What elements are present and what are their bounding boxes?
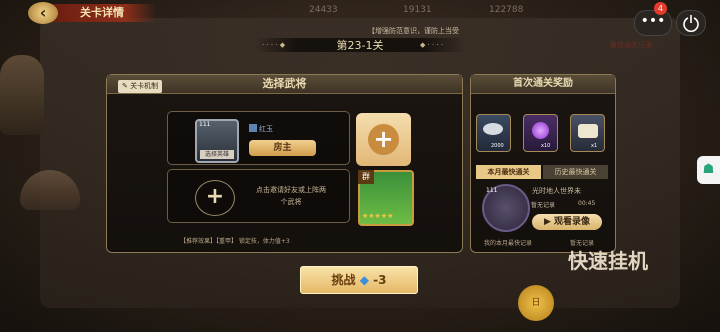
support-icon: ☗ xyxy=(702,162,715,177)
room-owner-button[interactable]: 房主 xyxy=(249,140,316,156)
stage-decoration: ◆ · · · · xyxy=(420,41,444,49)
purple-orb-icon xyxy=(532,122,549,139)
challenge-cost: -3 xyxy=(373,273,387,287)
my-record-label: 我的本月最快记录 xyxy=(484,240,533,247)
hero-name: 红玉 xyxy=(259,125,273,133)
background-jar xyxy=(0,55,44,135)
tab-all-time-fastest[interactable]: 历史最快通关 xyxy=(543,165,608,179)
mechanic-chip[interactable]: ✎ 关卡机制 xyxy=(118,80,163,93)
record-time: 00:45 xyxy=(578,200,596,207)
back-button[interactable]: ‹ xyxy=(28,2,58,24)
power-button[interactable] xyxy=(676,10,706,36)
reward-count: x10 xyxy=(541,143,551,149)
stage-decoration: · · · · ◆ xyxy=(262,41,286,49)
challenge-button[interactable]: 挑战 ◆ -3 xyxy=(300,266,418,294)
daily-coin-button[interactable]: 日 xyxy=(518,285,554,321)
scroll-small-icon: ✎ xyxy=(122,82,131,90)
quick-idle-button[interactable]: 快速挂机 xyxy=(566,248,650,318)
reward-count: 2000 xyxy=(491,143,504,149)
stamina-icon: ◆ xyxy=(359,273,369,287)
reward-item[interactable]: x1 xyxy=(570,114,605,152)
watch-replay-button[interactable]: ▶ 观看录像 xyxy=(532,214,602,230)
power-icon xyxy=(683,15,699,33)
menu-button[interactable]: ••• xyxy=(634,10,672,36)
player-level: 111 xyxy=(486,187,498,194)
my-record-value: 暂无记录 xyxy=(570,240,595,247)
background-stamp: 最佳通关记录 xyxy=(610,41,652,49)
resource-value: 19131 xyxy=(403,5,432,15)
play-icon: ▶ xyxy=(543,217,555,227)
record-label: 暂无记录 xyxy=(531,202,556,209)
hero-flag-icon xyxy=(249,124,257,132)
hero-tag: 选择英雄 xyxy=(200,150,234,159)
scroll-icon xyxy=(578,124,598,138)
panel-title: 首次通关奖励 xyxy=(513,78,573,89)
group-badge: 群 xyxy=(358,170,374,184)
recommend-hint: 【推荐效果】【重甲】 锁定技，体力值+3 xyxy=(180,238,290,245)
resource-value: 122788 xyxy=(489,5,524,15)
top-resource-strip: 24433 19131 122788 xyxy=(275,2,575,20)
side-float-button[interactable]: ☗ xyxy=(697,156,720,184)
notification-badge: 4 xyxy=(654,2,667,15)
notice-text: 【增强防范意识，谨防上当受 xyxy=(368,27,459,35)
player-name: 光时地人世界未 xyxy=(532,187,581,195)
more-dots-icon: ••• xyxy=(640,13,666,29)
invite-text: 点击邀请好友或上阵两个武将 xyxy=(256,186,326,206)
page-title: 关卡详情 xyxy=(52,4,156,22)
panel-header: 首次通关奖励 xyxy=(471,75,615,94)
plus-icon: + xyxy=(368,124,399,155)
hero-level: 111 xyxy=(199,121,211,128)
reward-count: x1 xyxy=(591,143,598,149)
stage-label: 第23-1关 xyxy=(336,39,384,52)
replay-label: 观看录像 xyxy=(554,217,591,227)
chip-label: 关卡机制 xyxy=(130,82,159,90)
reward-item[interactable]: 2000 xyxy=(476,114,511,152)
plus-icon[interactable]: + xyxy=(195,180,235,216)
challenge-label: 挑战 xyxy=(331,273,356,287)
star-rating: ★★★★★ xyxy=(362,212,394,220)
reward-item[interactable]: x10 xyxy=(523,114,558,152)
tab-monthly-fastest[interactable]: 本月最快通关 xyxy=(476,165,541,179)
resource-value: 24433 xyxy=(309,5,338,15)
add-hero-button[interactable]: + xyxy=(356,113,411,166)
back-arrow-icon: ‹ xyxy=(39,3,47,22)
silver-ingot-icon xyxy=(483,123,503,135)
